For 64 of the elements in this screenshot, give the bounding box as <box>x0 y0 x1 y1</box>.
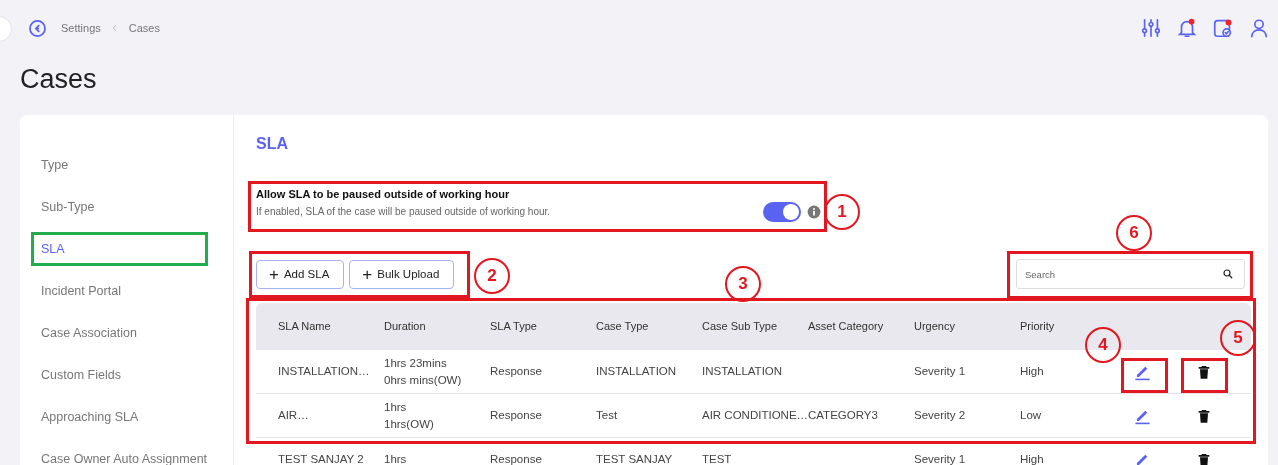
table-cell-text: Severity 1 <box>914 452 967 465</box>
breadcrumb-link[interactable]: Cases <box>128 22 160 34</box>
table-cell-text: TEST <box>702 452 733 465</box>
toggle-switch[interactable] <box>763 202 801 222</box>
table-cell-text: Severity 2 <box>914 408 967 423</box>
callout-number: 2 <box>474 258 510 294</box>
setting-title: Allow SLA to be paused outside of working hour <box>256 187 510 200</box>
table-cell-text: AIR CONDITIONE… <box>702 408 808 423</box>
callout-number: 5 <box>1220 320 1256 356</box>
sidebar-item[interactable]: Incident Portal <box>20 270 233 312</box>
search-icon <box>1222 268 1234 280</box>
column-header: Priority <box>1020 319 1056 334</box>
table-cell-text: 1hrs <box>384 452 408 465</box>
column-header: Case Sub Type <box>702 319 778 334</box>
sidebar-item[interactable]: Custom Fields <box>20 354 233 396</box>
table-cell-text: INSTALLATION <box>596 364 678 379</box>
table-cell-text: 1hrs 23mins 0hrs mins(OW) <box>384 355 463 388</box>
table-cell-text: Test <box>596 408 619 423</box>
table-cell-text: 1hrs 1hrs(OW) <box>384 399 435 432</box>
sidebar-item[interactable]: Sub-Type <box>20 186 233 228</box>
column-header: SLA Name <box>278 319 332 334</box>
setting-description: If enabled, SLA of the case will be paused outside of working hour. <box>256 206 551 217</box>
sliders-icon[interactable] <box>1140 17 1162 39</box>
back-icon[interactable] <box>28 18 47 38</box>
callout-number: 3 <box>725 266 761 302</box>
table-cell-text: Response <box>490 364 543 379</box>
callout-number: 4 <box>1085 327 1121 363</box>
sidebar-item[interactable]: Approaching SLA <box>20 396 233 438</box>
column-header: Asset Category <box>808 319 885 334</box>
info-icon <box>807 205 821 219</box>
sidebar-item[interactable]: Type <box>20 144 233 186</box>
table-cell-text: High <box>1020 452 1045 465</box>
column-header: SLA Type <box>490 319 538 334</box>
table-cell-text: Response <box>490 452 543 465</box>
trash-icon[interactable] <box>1196 407 1212 424</box>
calendar-icon[interactable] <box>1212 17 1234 39</box>
search-field[interactable]: Search <box>1016 259 1245 289</box>
column-header: Urgency <box>914 319 956 334</box>
breadcrumb-link[interactable]: Settings <box>61 22 101 34</box>
sidebar-item[interactable]: Case Association <box>20 312 233 354</box>
table-cell-text: CATEGORY3 <box>808 408 879 423</box>
table-cell-text: AIR… <box>278 408 310 423</box>
table-cell-text: Low <box>1020 408 1043 423</box>
bell-icon[interactable] <box>1176 17 1198 39</box>
table-cell-text: High <box>1020 364 1045 379</box>
upload-button[interactable]: + Bulk Upload <box>349 259 455 289</box>
page-title: Cases <box>20 64 97 95</box>
trash-icon[interactable] <box>1196 363 1212 380</box>
table-cell-text: INSTALLATION <box>702 364 784 379</box>
column-header: Case Type <box>596 319 650 334</box>
section-title: SLA <box>256 135 288 153</box>
sidebar-item[interactable]: SLA <box>20 228 233 270</box>
column-header: Duration <box>384 319 427 334</box>
table-cell-text: INSTALLATION… <box>278 364 371 379</box>
table-cell-text: Response <box>490 408 543 423</box>
table-cell-text: TEST SANJAY 2 <box>278 452 365 465</box>
callout-number: 6 <box>1116 215 1152 251</box>
table-cell-text: TEST SANJAY <box>596 452 674 465</box>
user-icon[interactable] <box>1248 17 1270 39</box>
sidebar-item[interactable]: Case Owner Auto Assignment <box>20 438 233 465</box>
add-button[interactable]: + Add SLA <box>256 259 345 289</box>
trash-icon[interactable] <box>1196 451 1212 465</box>
callout-number: 1 <box>824 194 860 230</box>
table-cell-text: Severity 1 <box>914 364 967 379</box>
